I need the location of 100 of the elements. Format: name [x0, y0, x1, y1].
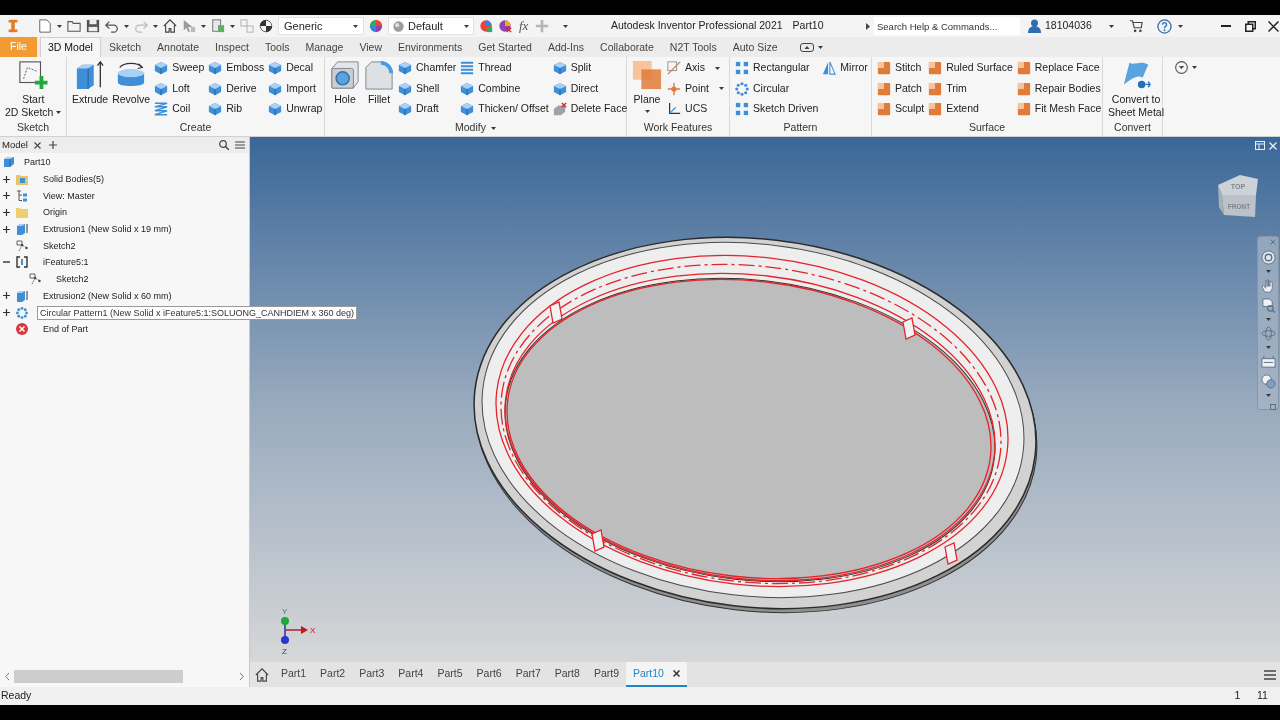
ribbon-button[interactable]: Derive [206, 78, 267, 99]
circle-caret-icon[interactable] [1175, 61, 1188, 74]
appearance-dropdown[interactable]: Default [388, 17, 474, 35]
user-icon[interactable] [1028, 19, 1041, 33]
document-tab[interactable]: Part9 [586, 662, 626, 687]
color-wheel-icon[interactable] [369, 19, 383, 33]
spheres-icon[interactable] [1260, 374, 1276, 389]
ribbon-button[interactable]: Draft [396, 99, 459, 120]
hand-icon[interactable] [1260, 278, 1276, 293]
document-tab[interactable]: Part3 [352, 662, 392, 687]
app-logo-icon[interactable] [6, 19, 20, 33]
ribbon-tab[interactable]: Sketch [100, 37, 150, 57]
restore-icon[interactable] [1244, 20, 1256, 32]
caret-icon[interactable] [817, 46, 823, 49]
ribbon-tab[interactable]: Add-Ins [539, 37, 593, 57]
ribbon-tab[interactable]: Annotate [149, 37, 208, 57]
ribbon-button[interactable]: Unwrap [266, 99, 325, 120]
document-tab[interactable]: Part5 [430, 662, 470, 687]
close-icon[interactable] [33, 141, 41, 149]
caret-icon[interactable] [1177, 24, 1183, 28]
ribbon-button[interactable]: Loft [152, 78, 207, 99]
document-tab[interactable]: Part10 [626, 662, 687, 687]
tree-item[interactable]: End of Part [40, 322, 92, 337]
caret-icon[interactable] [1265, 318, 1271, 321]
ribbon-button[interactable]: Start 2D Sketch [3, 57, 64, 121]
document-icon[interactable] [38, 19, 52, 33]
ribbon-button[interactable]: Replace Face [1014, 58, 1104, 79]
ribbon-button[interactable]: Rib [206, 99, 267, 120]
page-magnifier-icon[interactable] [1260, 298, 1276, 313]
ribbon-tab[interactable]: Environments [390, 37, 471, 57]
caret-icon[interactable] [490, 126, 496, 130]
ribbon-button[interactable]: Fit Mesh Face [1014, 99, 1104, 120]
user-name[interactable]: 18104036 [1045, 18, 1092, 34]
ribbon-tab[interactable]: Auto Size [724, 37, 786, 57]
ribbon-button[interactable]: Emboss [206, 58, 267, 79]
caret-icon[interactable] [57, 24, 62, 28]
caret-icon[interactable] [1265, 270, 1271, 273]
expand-arrow-icon[interactable] [866, 22, 870, 30]
tree-item[interactable]: Sketch2 [53, 272, 92, 287]
ribbon-button[interactable]: Thread [458, 58, 551, 79]
ribbon-button[interactable]: Decal [266, 58, 325, 79]
ribbon-button[interactable]: Circular [733, 78, 821, 99]
caret-icon[interactable] [124, 24, 129, 28]
ribbon-button[interactable]: Trim [926, 78, 1015, 99]
ribbon-tab[interactable]: 3D Model [40, 37, 101, 57]
cursor-icon[interactable] [182, 19, 196, 33]
ribbon-button[interactable]: Convert to Sheet Metal [1106, 57, 1167, 121]
scroll-right-icon[interactable] [240, 672, 244, 680]
ribbon-button[interactable]: Patch [875, 78, 927, 99]
ribbon-button[interactable]: Mirror [820, 58, 870, 79]
cart-icon[interactable] [1127, 19, 1144, 33]
ribbon-button[interactable]: Revolve [110, 57, 153, 121]
ribbon-button[interactable]: Sweep [152, 58, 207, 79]
document-tab[interactable]: Part8 [547, 662, 587, 687]
tree-item[interactable]: Part10 [21, 155, 54, 170]
caret-icon[interactable] [563, 24, 569, 28]
caret-icon[interactable] [1265, 346, 1271, 349]
search-field[interactable]: Search Help & Commands... [874, 17, 1020, 35]
ribbon-button[interactable]: Point [665, 78, 726, 99]
tree-item[interactable]: Solid Bodies(5) [40, 172, 108, 187]
tree-item[interactable]: Origin [40, 205, 70, 220]
document-tab[interactable]: Part7 [508, 662, 548, 687]
ribbon-button[interactable]: Ruled Surface [926, 58, 1015, 79]
search-icon[interactable] [219, 140, 229, 150]
ribbon-tab[interactable]: Collaborate [592, 37, 662, 57]
close-icon[interactable] [672, 670, 680, 677]
paint-ball-icon[interactable] [498, 19, 512, 33]
plus-icon[interactable] [3, 192, 10, 200]
home-icon[interactable] [163, 19, 177, 33]
ribbon-button[interactable]: Axis [665, 58, 726, 79]
plus-icon[interactable] [3, 225, 10, 233]
tree-item[interactable]: Extrusion1 (New Solid x 19 mm) [40, 222, 175, 237]
ribbon-button[interactable]: Chamfer [396, 58, 459, 79]
ribbon-button[interactable]: UCS [665, 99, 726, 120]
ribbon-tab[interactable]: Inspect [207, 37, 257, 57]
caret-icon[interactable] [1192, 66, 1197, 69]
ribbon-tab[interactable]: Manage [297, 37, 352, 57]
ribbon-button[interactable]: Split [550, 58, 630, 79]
frame-icon[interactable] [1260, 354, 1276, 369]
tree-item[interactable]: Sketch2 [40, 238, 79, 253]
function-button[interactable]: fx [517, 16, 531, 36]
checker-ball-icon[interactable] [259, 19, 273, 33]
browser-tab[interactable]: Model [2, 137, 28, 153]
ribbon-button[interactable]: Direct [550, 78, 630, 99]
plus-icon[interactable] [3, 292, 10, 300]
document-tab[interactable]: Part6 [469, 662, 509, 687]
plus-icon[interactable] [3, 208, 10, 216]
plus-icon[interactable] [3, 309, 10, 317]
ribbon-button[interactable]: Stitch [875, 58, 927, 79]
ribbon-button[interactable]: Rectangular [733, 58, 821, 79]
caret-icon[interactable] [201, 24, 206, 28]
style-dropdown[interactable]: Generic [278, 17, 364, 35]
window-layout-icon[interactable] [1255, 141, 1265, 150]
help-icon[interactable] [1156, 18, 1172, 34]
home-icon[interactable] [255, 667, 269, 682]
minus-icon[interactable] [3, 261, 10, 264]
ribbon-button[interactable]: Coil [152, 99, 207, 120]
scrollbar-thumb[interactable] [14, 669, 183, 683]
ribbon-button[interactable]: Import [266, 78, 325, 99]
ribbon-button[interactable]: Plane [630, 57, 664, 121]
